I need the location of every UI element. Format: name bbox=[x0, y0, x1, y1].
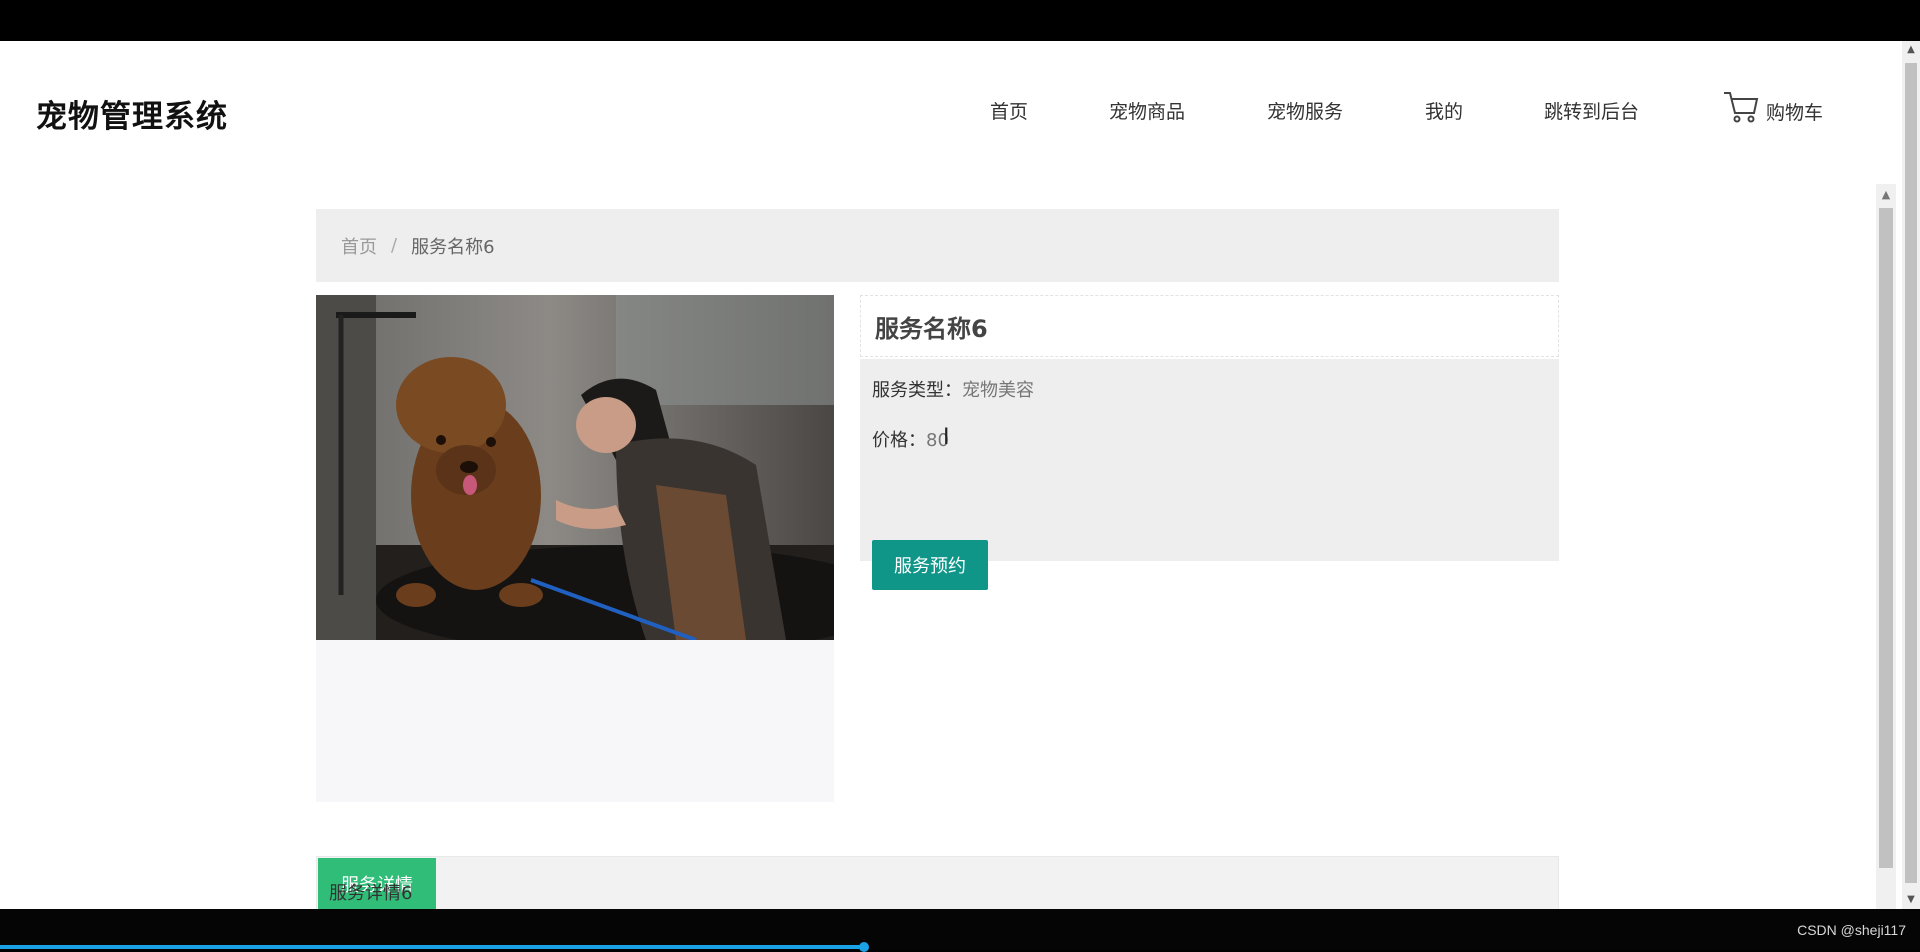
breadcrumb-current: 服务名称6 bbox=[411, 236, 495, 258]
scrollbar-thumb[interactable] bbox=[1879, 208, 1893, 868]
page-scrollbar[interactable]: ▲ ▼ bbox=[1902, 41, 1920, 909]
tabs-bar: 服务详情 bbox=[317, 857, 1558, 909]
site-logo[interactable]: 宠物管理系统 bbox=[36, 91, 228, 136]
watermark-text: CSDN @sheji117 bbox=[1797, 922, 1906, 938]
cart-link[interactable]: 购物车 bbox=[1722, 89, 1823, 125]
scroll-up-arrow-icon[interactable]: ▲ bbox=[1876, 188, 1896, 201]
nav-admin[interactable]: 跳转到后台 bbox=[1544, 97, 1639, 124]
scroll-up-arrow-icon[interactable]: ▲ bbox=[1902, 41, 1920, 59]
video-progress-bar[interactable] bbox=[0, 945, 864, 949]
nav-home[interactable]: 首页 bbox=[990, 97, 1028, 124]
scroll-down-arrow-icon[interactable]: ▼ bbox=[1902, 891, 1920, 909]
cart-icon bbox=[1724, 92, 1759, 123]
breadcrumb-separator: / bbox=[391, 235, 398, 256]
content-scrollbar[interactable]: ▲ bbox=[1876, 184, 1896, 909]
page-scrollbar-thumb[interactable] bbox=[1905, 63, 1917, 883]
service-price-label: 价格： bbox=[872, 430, 926, 451]
video-progress-handle[interactable] bbox=[859, 942, 869, 952]
video-top-bar bbox=[0, 0, 1920, 41]
browser-viewport: 宠物管理系统 首页 宠物商品 宠物服务 我的 跳转到后台 购物车 首页 / 服务… bbox=[0, 41, 1920, 909]
text-cursor-icon: I bbox=[943, 425, 950, 450]
tab-content-text: 服务详情6 bbox=[329, 883, 413, 904]
service-price-row: 价格：80 bbox=[872, 426, 949, 452]
detail-tabs: 服务详情 bbox=[316, 856, 1559, 909]
service-type-row: 服务类型：宠物美容 bbox=[872, 376, 1034, 402]
service-photo-panel bbox=[316, 295, 834, 802]
book-service-button[interactable]: 服务预约 bbox=[872, 540, 988, 590]
nav-pet-products[interactable]: 宠物商品 bbox=[1109, 97, 1185, 124]
breadcrumb: 首页 / 服务名称6 bbox=[316, 209, 1559, 282]
service-title: 服务名称6 bbox=[860, 295, 1559, 357]
breadcrumb-home[interactable]: 首页 bbox=[341, 233, 377, 259]
service-photo bbox=[316, 295, 834, 640]
nav-mine[interactable]: 我的 bbox=[1425, 97, 1463, 124]
video-bottom-bar: CSDN @sheji117 bbox=[0, 909, 1920, 952]
service-info: 服务类型：宠物美容 价格：80 服务预约 bbox=[860, 359, 1559, 590]
service-type-value: 宠物美容 bbox=[962, 380, 1034, 401]
nav-pet-services[interactable]: 宠物服务 bbox=[1267, 97, 1343, 124]
cart-label: 购物车 bbox=[1766, 102, 1824, 124]
service-type-label: 服务类型： bbox=[872, 380, 962, 401]
